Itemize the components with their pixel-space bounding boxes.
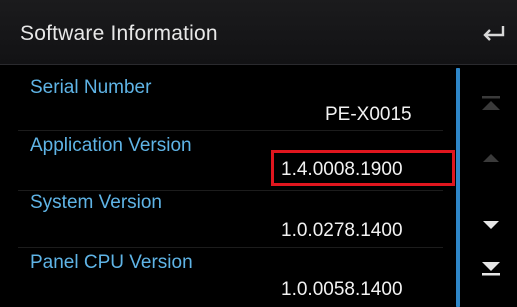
scroll-down-icon (483, 221, 499, 229)
scroll-up-icon (483, 154, 499, 162)
panel-cpu-version-value: 1.0.0058.1400 (281, 279, 403, 300)
back-arrow-icon (483, 26, 505, 41)
highlight-box (271, 150, 455, 186)
scroll-to-top-icon (482, 96, 500, 110)
software-information-screen: Software Information Serial Number PE-X0… (0, 0, 517, 307)
scroll-to-bottom-icon (482, 262, 500, 276)
panel-cpu-version-label: Panel CPU Version (30, 252, 193, 273)
scroll-up-button[interactable] (478, 148, 504, 168)
scroll-to-top-button[interactable] (478, 94, 504, 114)
scrollbar-thumb[interactable] (456, 68, 460, 307)
system-version-value: 1.0.0278.1400 (281, 220, 403, 241)
separator (18, 130, 443, 131)
system-version-label: System Version (30, 192, 162, 213)
serial-number-value: PE-X0015 (325, 104, 412, 125)
header-bar: Software Information (0, 0, 517, 65)
scroll-down-button[interactable] (478, 215, 504, 235)
scroll-to-bottom-button[interactable] (478, 258, 504, 278)
separator (18, 247, 443, 248)
back-button[interactable] (477, 18, 509, 48)
separator (18, 190, 443, 191)
application-version-label: Application Version (30, 135, 192, 156)
serial-number-label: Serial Number (30, 77, 152, 98)
page-title: Software Information (20, 22, 218, 45)
